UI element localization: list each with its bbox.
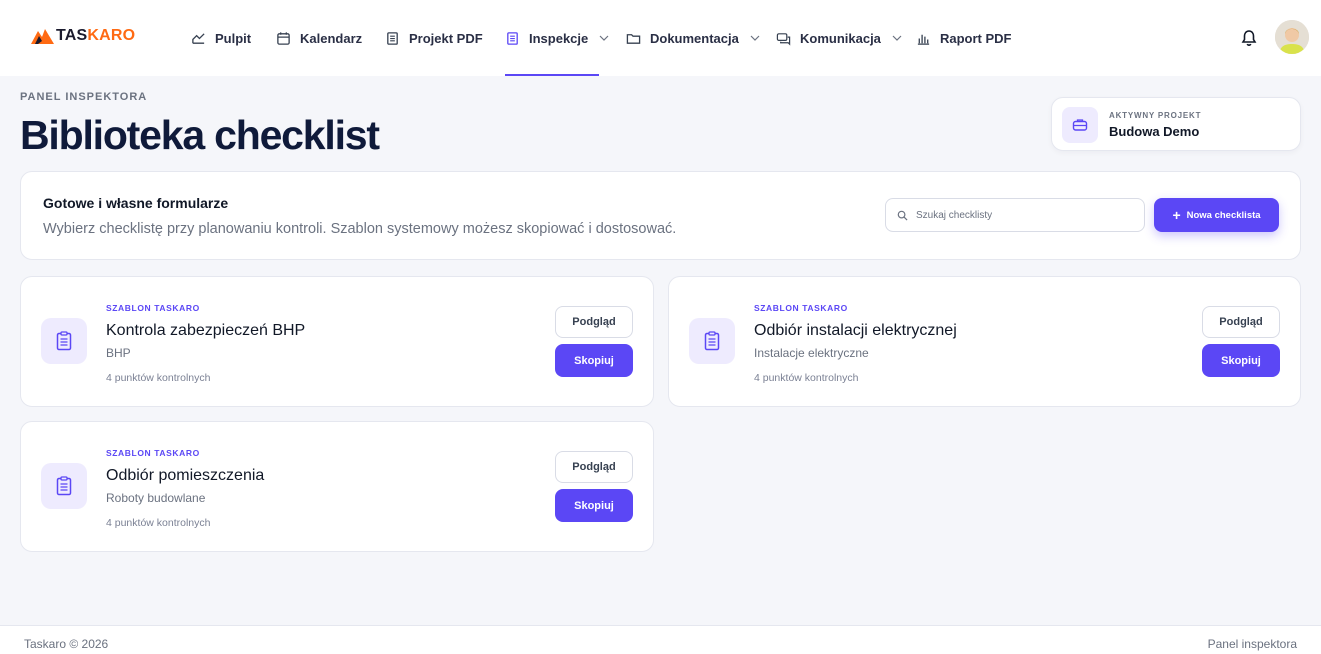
preview-button[interactable]: Podgląd (555, 451, 633, 483)
nav-label: Dokumentacja (650, 30, 739, 46)
checklist-intro-panel: Gotowe i własne formularze Wybierz check… (20, 171, 1301, 260)
nav-label: Kalendarz (300, 30, 363, 46)
checklist-icon (56, 331, 72, 351)
card-category: Roboty budowlane (106, 491, 206, 505)
chat-icon (776, 32, 791, 46)
project-icon-box (1062, 107, 1098, 143)
project-name: Budowa Demo (1109, 124, 1200, 139)
new-checklist-button[interactable]: + Nowa checklista (1154, 198, 1279, 232)
top-navigation-bar: TASKARO Pulpit Kalendarz Projekt PDF Ins… (0, 0, 1321, 76)
intro-description: Wybierz checklistę przy planowaniu kontr… (43, 221, 677, 237)
card-eyebrow: SZABLON TASKARO (754, 303, 848, 313)
active-tab-indicator (505, 74, 599, 76)
nav-label: Raport PDF (940, 30, 1012, 46)
card-eyebrow: SZABLON TASKARO (106, 303, 200, 313)
briefcase-icon (1072, 119, 1088, 131)
nav-label: Projekt PDF (409, 30, 483, 46)
nav-item-projekt-pdf[interactable]: Projekt PDF (385, 0, 483, 76)
checklist-icon-box (41, 318, 87, 364)
list-document-icon (507, 31, 518, 45)
nav-item-dokumentacja[interactable]: Dokumentacja (626, 0, 761, 76)
chevron-down-icon (599, 35, 609, 41)
card-title: Odbiór pomieszczenia (106, 467, 265, 484)
plus-icon: + (1172, 207, 1181, 223)
card-point-count: 4 punktów kontrolnych (106, 517, 211, 529)
search-box (885, 198, 1145, 232)
search-icon (897, 210, 908, 221)
card-eyebrow: SZABLON TASKARO (106, 448, 200, 458)
nav-item-kalendarz[interactable]: Kalendarz (276, 0, 362, 76)
page-title: Biblioteka checklist (20, 112, 380, 158)
preview-button[interactable]: Podgląd (1202, 306, 1280, 338)
chevron-down-icon (750, 35, 760, 41)
bell-icon[interactable] (1241, 29, 1257, 47)
card-title: Kontrola zabezpieczeń BHP (106, 322, 306, 339)
intro-title: Gotowe i własne formularze (43, 195, 229, 211)
footer-copyright: Taskaro © 2026 (24, 637, 109, 651)
nav-item-inspekcje[interactable]: Inspekcje (505, 0, 609, 76)
nav-label: Komunikacja (800, 30, 881, 46)
nav-item-raport-pdf[interactable]: Raport PDF (916, 0, 1012, 76)
page-eyebrow: PANEL INSPEKTORA (20, 91, 148, 103)
page-footer: Taskaro © 2026 Panel inspektora (0, 625, 1321, 654)
copy-button[interactable]: Skopiuj (555, 489, 633, 522)
preview-button[interactable]: Podgląd (555, 306, 633, 338)
card-title: Odbiór instalacji elektrycznej (754, 322, 957, 339)
main-nav: Pulpit Kalendarz Projekt PDF Inspekcje D… (0, 0, 1321, 76)
footer-panel-label: Panel inspektora (1207, 637, 1297, 651)
checklist-icon (56, 476, 72, 496)
checklist-icon (704, 331, 720, 351)
chart-line-icon (192, 32, 205, 44)
chevron-down-icon (892, 35, 902, 41)
folder-icon (626, 33, 641, 44)
copy-button[interactable]: Skopiuj (1202, 344, 1280, 377)
avatar-image (1275, 20, 1309, 54)
checklist-card: SZABLON TASKARO Odbiór pomieszczenia Rob… (20, 421, 654, 552)
checklist-icon-box (41, 463, 87, 509)
document-icon (387, 31, 398, 45)
project-label: AKTYWNY PROJEKT (1109, 111, 1202, 120)
nav-label: Pulpit (215, 30, 252, 46)
checklist-card: SZABLON TASKARO Odbiór instalacji elektr… (668, 276, 1301, 407)
card-point-count: 4 punktów kontrolnych (754, 372, 859, 384)
calendar-icon (277, 31, 290, 45)
new-checklist-label: Nowa checklista (1186, 209, 1261, 221)
copy-button[interactable]: Skopiuj (555, 344, 633, 377)
nav-item-pulpit[interactable]: Pulpit (191, 0, 251, 76)
active-project-card[interactable]: AKTYWNY PROJEKT Budowa Demo (1051, 97, 1301, 151)
checklist-icon-box (689, 318, 735, 364)
checklist-card: SZABLON TASKARO Kontrola zabezpieczeń BH… (20, 276, 654, 407)
card-category: BHP (106, 346, 131, 360)
card-point-count: 4 punktów kontrolnych (106, 372, 211, 384)
search-input[interactable] (916, 199, 1138, 231)
card-category: Instalacje elektryczne (754, 346, 869, 360)
nav-item-komunikacja[interactable]: Komunikacja (776, 0, 903, 76)
nav-label: Inspekcje (529, 30, 589, 46)
user-avatar[interactable] (1275, 20, 1309, 54)
bar-chart-icon (917, 34, 930, 45)
